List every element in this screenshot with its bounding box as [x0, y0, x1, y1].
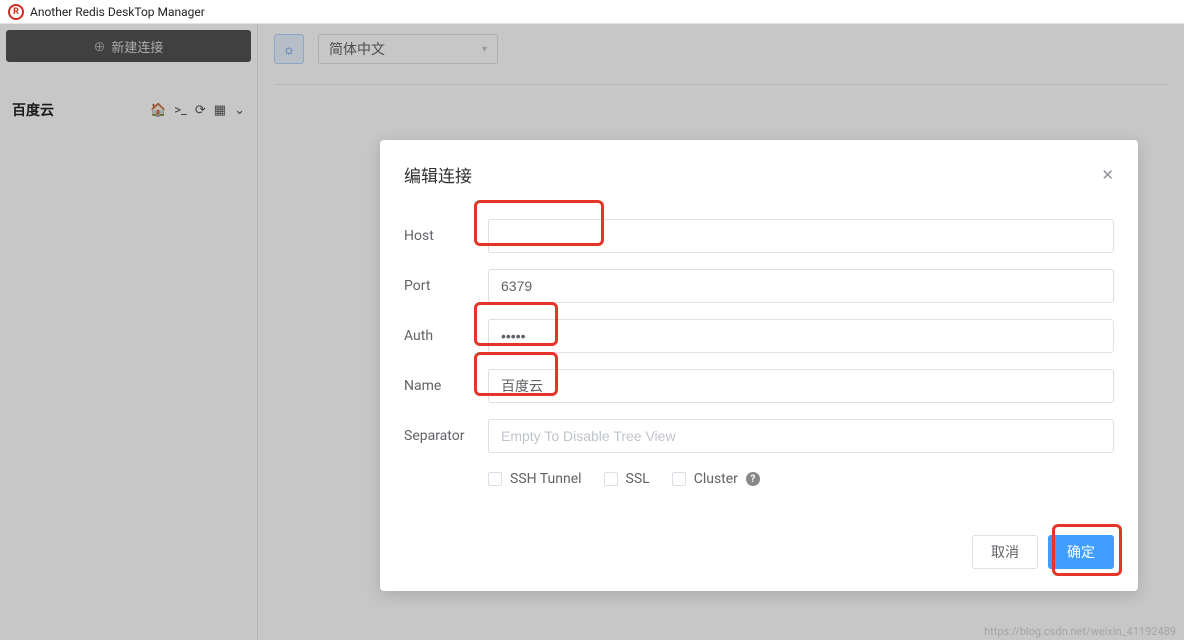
ssh-tunnel-label: SSH Tunnel: [510, 471, 582, 487]
options-row: SSH Tunnel SSL Cluster ?: [404, 471, 1114, 487]
ssh-tunnel-checkbox[interactable]: SSH Tunnel: [488, 471, 582, 487]
separator-input[interactable]: [488, 419, 1114, 453]
form-row-name: Name: [404, 369, 1114, 403]
dialog-header: 编辑连接 ✕: [404, 162, 1114, 187]
port-input[interactable]: [488, 269, 1114, 303]
confirm-button[interactable]: 确定: [1048, 535, 1114, 569]
auth-label: Auth: [404, 328, 488, 344]
ssl-label: SSL: [626, 471, 650, 487]
app-icon: R: [8, 4, 24, 20]
form-row-auth: Auth: [404, 319, 1114, 353]
checkbox-icon: [488, 472, 502, 486]
cancel-button[interactable]: 取消: [972, 535, 1038, 569]
form-row-host: Host: [404, 219, 1114, 253]
checkbox-icon: [604, 472, 618, 486]
close-icon[interactable]: ✕: [1101, 166, 1114, 184]
form-row-separator: Separator: [404, 419, 1114, 453]
help-icon[interactable]: ?: [746, 472, 760, 486]
cluster-checkbox[interactable]: Cluster ?: [672, 471, 760, 487]
separator-label: Separator: [404, 428, 488, 444]
host-label: Host: [404, 228, 488, 244]
auth-input[interactable]: [488, 319, 1114, 353]
dialog-title: 编辑连接: [404, 162, 472, 187]
name-label: Name: [404, 378, 488, 394]
cluster-label: Cluster: [694, 471, 738, 487]
dialog-footer: 取消 确定: [404, 535, 1114, 569]
app-title: Another Redis DeskTop Manager: [30, 5, 205, 19]
checkbox-icon: [672, 472, 686, 486]
ssl-checkbox[interactable]: SSL: [604, 471, 650, 487]
edit-connection-dialog: 编辑连接 ✕ Host Port Auth Name Separator: [380, 140, 1138, 591]
watermark: https://blog.csdn.net/weixin_41192489: [984, 625, 1176, 638]
host-input[interactable]: [488, 219, 1114, 253]
port-label: Port: [404, 278, 488, 294]
name-input[interactable]: [488, 369, 1114, 403]
form-row-port: Port: [404, 269, 1114, 303]
window-titlebar: R Another Redis DeskTop Manager: [0, 0, 1184, 24]
